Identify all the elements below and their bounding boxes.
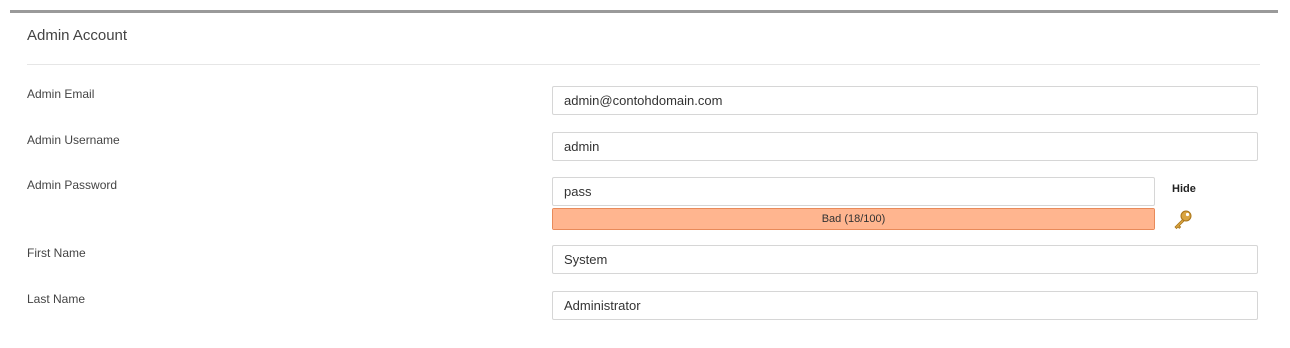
admin-username-field[interactable] [552, 132, 1258, 161]
admin-username-label: Admin Username [27, 133, 120, 147]
last-name-field[interactable] [552, 291, 1258, 320]
first-name-label: First Name [27, 246, 86, 260]
admin-password-label: Admin Password [27, 178, 118, 192]
admin-account-panel: Admin Account Admin Email Admin Username… [10, 10, 1278, 343]
key-icon[interactable] [1172, 208, 1194, 230]
admin-email-label: Admin Email [27, 87, 95, 101]
password-strength-text: Bad (18/100) [821, 213, 886, 225]
last-name-label: Last Name [27, 292, 86, 306]
hide-password-toggle[interactable]: Hide [1172, 183, 1196, 195]
admin-password-field[interactable] [552, 177, 1155, 206]
admin-email-field[interactable] [552, 86, 1258, 115]
first-name-field[interactable] [552, 245, 1258, 274]
password-strength-meter: Bad (18/100) [552, 208, 1155, 230]
section-title: Admin Account [27, 27, 128, 44]
section-divider [27, 64, 1260, 65]
